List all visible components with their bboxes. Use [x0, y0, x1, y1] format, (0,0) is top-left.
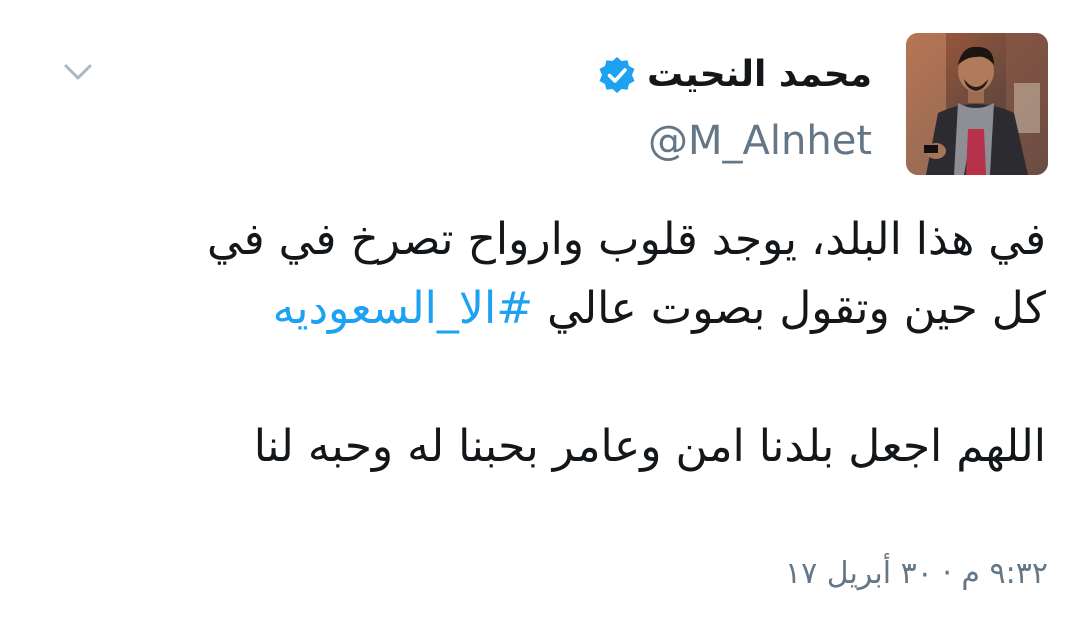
avatar-photo	[906, 33, 1048, 175]
tweet-line-text: كل حين وتقول بصوت عالي	[533, 283, 1046, 334]
tweet-line: في هذا البلد، يوجد قلوب وارواح تصرخ في ف…	[206, 214, 1046, 265]
tweet-text: في هذا البلد، يوجد قلوب وارواح تصرخ في ف…	[32, 205, 1046, 481]
hashtag-link[interactable]: #الا_السعوديه	[273, 283, 533, 334]
chevron-down-icon[interactable]	[62, 60, 94, 84]
avatar[interactable]	[906, 33, 1048, 175]
tweet-timestamp[interactable]: ٩:٣٢ م · ٣٠ أبريل ١٧	[785, 552, 1048, 596]
author-row: محمد النحيت	[597, 50, 872, 100]
author-handle[interactable]: @M_Alnhet	[648, 113, 872, 169]
tweet-line: كل حين وتقول بصوت عالي #الا_السعوديه	[32, 274, 1046, 343]
tweet-line: اللهم اجعل بلدنا امن وعامر بحبنا له وحبه…	[253, 421, 1046, 472]
verified-badge-icon	[599, 57, 635, 93]
author-display-name[interactable]: محمد النحيت	[647, 50, 872, 100]
